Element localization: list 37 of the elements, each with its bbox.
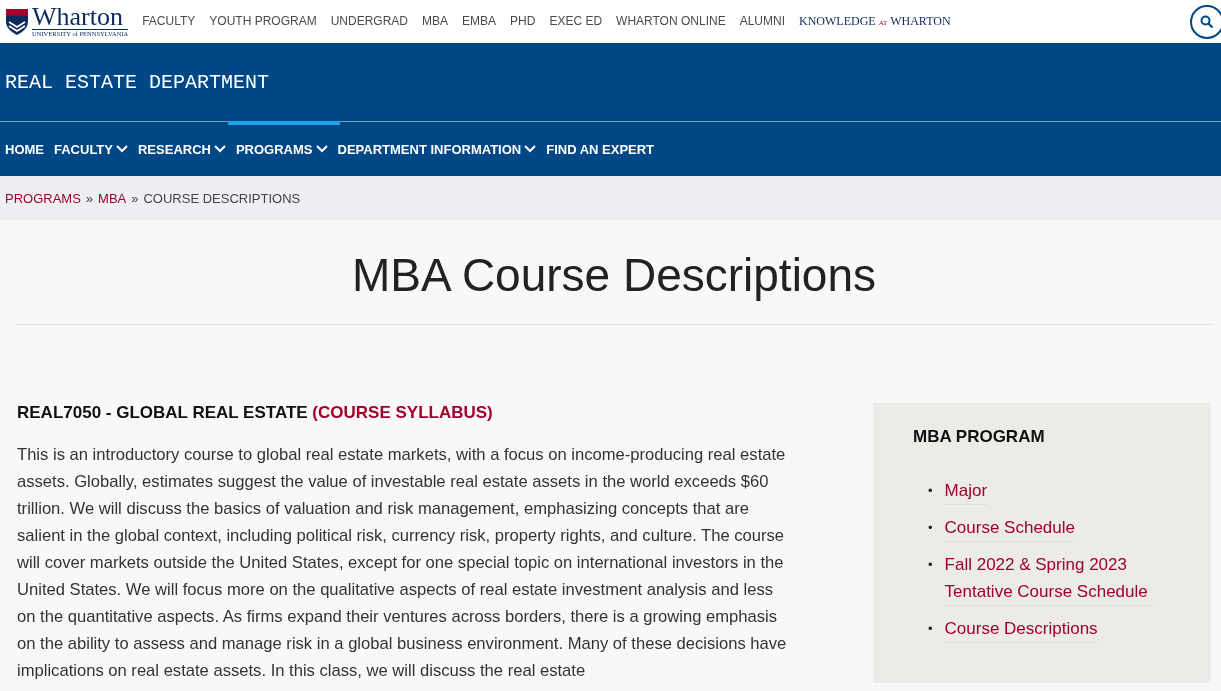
course-description: This is an introductory course to global real estate markets, with a focus on income-producing real estate assets. Globally, estimates suggest the value of investable real estate assets in the world exceeds $60 trillion. We will discuss the basics of valuation and risk management, emphasizing concepts that are salient in the global context, including political risk, currency risk, property rights, and culture. The course will cover markets outside the United States, except for one special topic on international investors in the United States. We will focus more on the qualitative aspects of real estate investment analysis and less on the quantitative aspects. As firms expand their ventures across borders, there is a growing emphasis on the ability to assess and manage risk in a global business environment. Many of these decisions have implications on real estate assets. In this class, we will discuss the real estate — [17, 444, 788, 682]
search-icon — [1200, 14, 1214, 29]
top-nav-link[interactable]: YOUTH PROGRAM — [209, 14, 317, 29]
breadcrumb-link[interactable]: MBA — [98, 190, 127, 206]
page-title: MBA Course Descriptions — [351, 249, 877, 301]
top-nav-link[interactable]: EXEC ED — [549, 14, 603, 29]
syllabus-link[interactable]: (COURSE SYLLABUS) — [312, 403, 493, 422]
shield-logo-icon — [5, 7, 29, 36]
sidebar-link[interactable]: Fall 2022 & Spring 2023 Tentative Course Schedule — [944, 551, 1155, 606]
nav-item[interactable]: HOME — [5, 122, 48, 176]
course-title: REAL7050 - GLOBAL REAL ESTATE — [17, 403, 308, 422]
top-nav-link[interactable]: FACULTY — [142, 14, 196, 29]
top-nav-link[interactable]: UNDERGRAD — [330, 14, 408, 29]
sidebar-link[interactable]: Major — [944, 477, 988, 505]
breadcrumb-separator: » — [131, 190, 139, 206]
sidebar-link[interactable]: Course Descriptions — [944, 615, 1098, 643]
breadcrumb-separator: » — [85, 190, 94, 206]
nav-item[interactable]: DEPARTMENT INFORMATION — [337, 122, 541, 176]
logo-wordmark[interactable]: Wharton — [32, 5, 129, 29]
bullet: • — [928, 482, 933, 500]
sidebar-link[interactable]: Course Schedule — [944, 514, 1075, 542]
sidebar-title: MBA PROGRAM — [913, 427, 1045, 446]
bullet: • — [928, 620, 933, 638]
top-nav-link[interactable]: EMBA — [462, 14, 497, 29]
nav-item[interactable]: FIND AN EXPERT — [546, 122, 659, 176]
bullet: • — [928, 519, 933, 537]
search-button[interactable] — [1190, 4, 1221, 39]
top-nav-link[interactable]: MBA — [422, 14, 448, 29]
breadcrumb-current: COURSE DESCRIPTIONS — [143, 190, 301, 206]
department-title: REAL ESTATE DEPARTMENT — [5, 70, 270, 94]
nav-item[interactable]: RESEARCH — [138, 122, 230, 176]
top-nav-link[interactable]: PHD — [510, 14, 536, 29]
top-nav-link[interactable]: WHARTON ONLINE — [616, 14, 726, 29]
breadcrumb-link[interactable]: PROGRAMS — [5, 190, 81, 206]
bullet: • — [928, 556, 933, 574]
top-nav-link[interactable]: ALUMNI — [739, 14, 785, 29]
nav-item[interactable]: FACULTY — [54, 122, 132, 176]
